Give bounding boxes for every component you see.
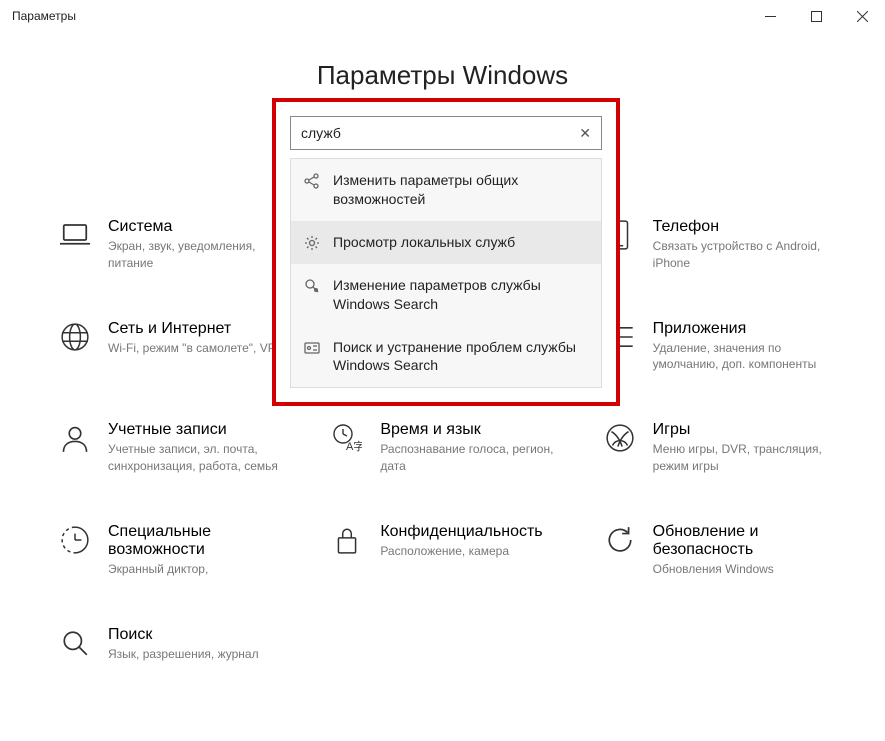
category-system[interactable]: Система Экран, звук, уведомления, питани… <box>58 218 300 272</box>
suggestion-label: Изменение параметров службы Windows Sear… <box>333 276 589 314</box>
suggestion-item[interactable]: Изменение параметров службы Windows Sear… <box>291 264 601 326</box>
category-network[interactable]: Сеть и Интернет Wi-Fi, режим "в самолете… <box>58 320 300 374</box>
svg-text:A字: A字 <box>346 439 362 453</box>
category-title: Система <box>108 218 288 236</box>
lock-icon <box>330 523 364 557</box>
user-icon <box>58 421 92 455</box>
category-title: Обновление и безопасность <box>653 523 845 559</box>
category-sub: Связать устройство с Android, iPhone <box>653 238 833 272</box>
category-phone[interactable]: Телефон Связать устройство с Android, iP… <box>603 218 845 272</box>
category-update[interactable]: Обновление и безопасность Обновления Win… <box>603 523 845 578</box>
window-title: Параметры <box>12 9 76 23</box>
xbox-icon <box>603 421 637 455</box>
category-title: Сеть и Интернет <box>108 320 284 338</box>
category-title: Игры <box>653 421 833 439</box>
gear-icon <box>303 234 321 252</box>
category-sub: Обновления Windows <box>653 561 833 578</box>
search-input[interactable] <box>301 125 575 141</box>
globe-icon <box>58 320 92 354</box>
category-title: Телефон <box>653 218 833 236</box>
category-ease-of-access[interactable]: Специальные возможности Экранный диктор, <box>58 523 300 578</box>
troubleshoot-icon <box>303 339 321 357</box>
category-time-language[interactable]: A字 Время и язык Распознавание голоса, ре… <box>330 421 572 475</box>
suggestion-item[interactable]: Изменить параметры общих возможностей <box>291 159 601 221</box>
category-accounts[interactable]: Учетные записи Учетные записи, эл. почта… <box>58 421 300 475</box>
category-sub: Расположение, камера <box>380 543 542 560</box>
suggestion-item[interactable]: Поиск и устранение проблем службы Window… <box>291 326 601 388</box>
clock-language-icon: A字 <box>330 421 364 455</box>
category-title: Время и язык <box>380 421 560 439</box>
minimize-button[interactable] <box>747 0 793 32</box>
category-sub: Учетные записи, эл. почта, синхронизация… <box>108 441 288 475</box>
clear-search-icon[interactable]: ✕ <box>575 121 595 146</box>
suggestion-label: Поиск и устранение проблем службы Window… <box>333 338 589 376</box>
category-sub: Экранный диктор, <box>108 561 288 578</box>
category-sub: Удаление, значения по умолчанию, доп. ко… <box>653 340 833 374</box>
close-button[interactable] <box>839 0 885 32</box>
category-title: Конфиденциальность <box>380 523 542 541</box>
category-sub: Язык, разрешения, журнал <box>108 646 259 663</box>
maximize-button[interactable] <box>793 0 839 32</box>
category-sub: Экран, звук, уведомления, питание <box>108 238 288 272</box>
category-title: Поиск <box>108 626 259 644</box>
category-title: Специальные возможности <box>108 523 300 559</box>
titlebar: Параметры <box>0 0 885 32</box>
category-title: Приложения <box>653 320 833 338</box>
search-icon <box>58 626 92 660</box>
share-icon <box>303 172 321 190</box>
category-apps[interactable]: Приложения Удаление, значения по умолчан… <box>603 320 845 374</box>
category-search[interactable]: Поиск Язык, разрешения, журнал <box>58 626 300 663</box>
category-title: Учетные записи <box>108 421 288 439</box>
suggestion-label: Изменить параметры общих возможностей <box>333 171 589 209</box>
ease-icon <box>58 523 92 557</box>
search-box[interactable]: ✕ <box>290 116 602 150</box>
search-suggestions: Изменить параметры общих возможностей Пр… <box>290 158 602 388</box>
laptop-icon <box>58 218 92 252</box>
category-gaming[interactable]: Игры Меню игры, DVR, трансляция, режим и… <box>603 421 845 475</box>
page-title: Параметры Windows <box>0 60 885 91</box>
suggestion-label: Просмотр локальных служб <box>333 233 515 252</box>
category-privacy[interactable]: Конфиденциальность Расположение, камера <box>330 523 572 578</box>
update-icon <box>603 523 637 557</box>
search-panel: ✕ Изменить параметры общих возможностей … <box>272 98 620 406</box>
category-sub: Распознавание голоса, регион, дата <box>380 441 560 475</box>
category-sub: Меню игры, DVR, трансляция, режим игры <box>653 441 833 475</box>
search-settings-icon <box>303 277 321 295</box>
category-sub: Wi-Fi, режим "в самолете", VPN <box>108 340 284 357</box>
suggestion-item[interactable]: Просмотр локальных служб <box>291 221 601 264</box>
